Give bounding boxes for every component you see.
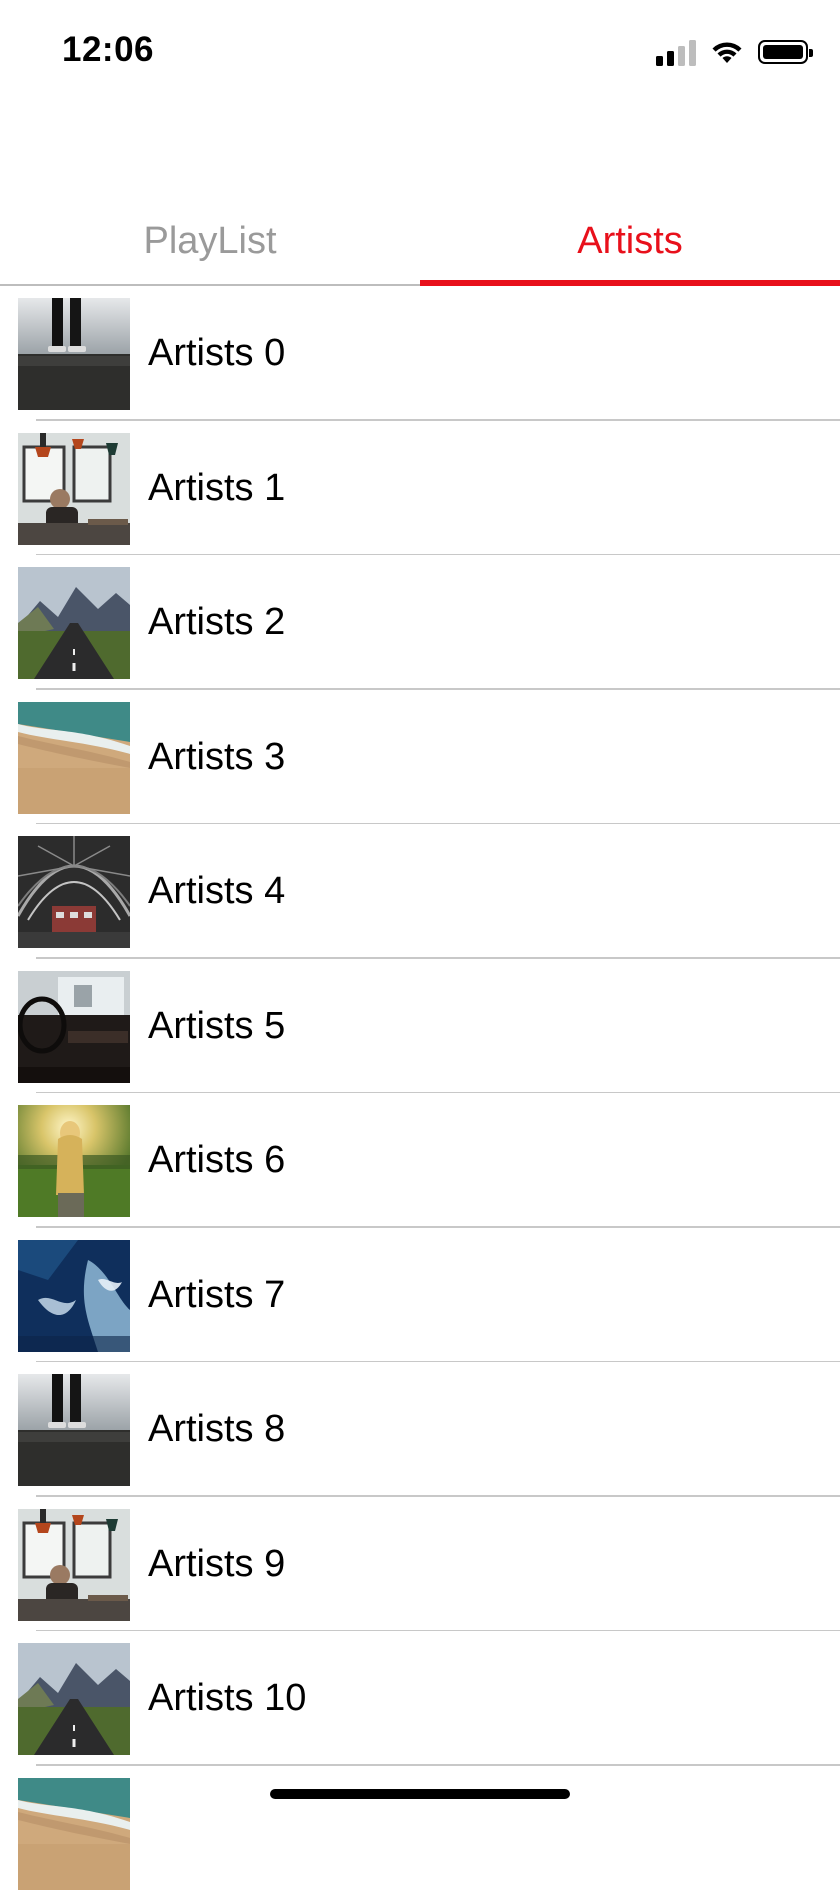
artist-row[interactable] <box>0 1766 840 1900</box>
status-bar: 12:06 <box>0 0 840 104</box>
battery-icon <box>758 40 808 64</box>
cellular-signal-icon <box>656 38 696 66</box>
artist-name: Artists 3 <box>148 690 285 825</box>
artist-name: Artists 4 <box>148 824 285 959</box>
artist-row[interactable]: Artists 8 <box>0 1362 840 1497</box>
artist-row[interactable]: Artists 6 <box>0 1093 840 1228</box>
artist-row[interactable]: Artists 10 <box>0 1631 840 1766</box>
home-indicator[interactable] <box>270 1789 570 1799</box>
artist-name: Artists 6 <box>148 1093 285 1228</box>
artist-thumbnail <box>18 1778 130 1890</box>
artist-name: Artists 8 <box>148 1362 285 1497</box>
artist-row[interactable]: Artists 1 <box>0 421 840 556</box>
artist-thumbnail <box>18 1374 130 1486</box>
artist-thumbnail <box>18 433 130 545</box>
artist-row[interactable]: Artists 2 <box>0 555 840 690</box>
tab-playlist[interactable]: PlayList <box>0 196 420 286</box>
artist-thumbnail <box>18 836 130 948</box>
artist-thumbnail <box>18 1240 130 1352</box>
artist-thumbnail <box>18 1509 130 1621</box>
wifi-icon <box>710 39 744 65</box>
artist-row[interactable]: Artists 5 <box>0 959 840 1094</box>
artist-thumbnail <box>18 567 130 679</box>
tab-bar: PlayList Artists <box>0 196 840 286</box>
artist-name: Artists 7 <box>148 1228 285 1363</box>
artist-name: Artists 2 <box>148 555 285 690</box>
artist-thumbnail <box>18 971 130 1083</box>
status-time: 12:06 <box>62 30 154 70</box>
artist-name: Artists 0 <box>148 286 285 421</box>
status-icons <box>656 34 808 70</box>
tab-artists[interactable]: Artists <box>420 196 840 286</box>
artist-row[interactable]: Artists 4 <box>0 824 840 959</box>
artist-row[interactable]: Artists 9 <box>0 1497 840 1632</box>
artist-thumbnail <box>18 1105 130 1217</box>
artist-name: Artists 5 <box>148 959 285 1094</box>
artist-row[interactable]: Artists 3 <box>0 690 840 825</box>
artist-name: Artists 10 <box>148 1631 306 1766</box>
artist-thumbnail <box>18 1643 130 1755</box>
artist-row[interactable]: Artists 0 <box>0 286 840 421</box>
artists-list[interactable]: Artists 0 Artists 1 Artists 2 <box>0 286 840 1900</box>
artist-thumbnail <box>18 702 130 814</box>
artist-row[interactable]: Artists 7 <box>0 1228 840 1363</box>
artist-name: Artists 9 <box>148 1497 285 1632</box>
artist-thumbnail <box>18 298 130 410</box>
artist-name: Artists 1 <box>148 421 285 556</box>
